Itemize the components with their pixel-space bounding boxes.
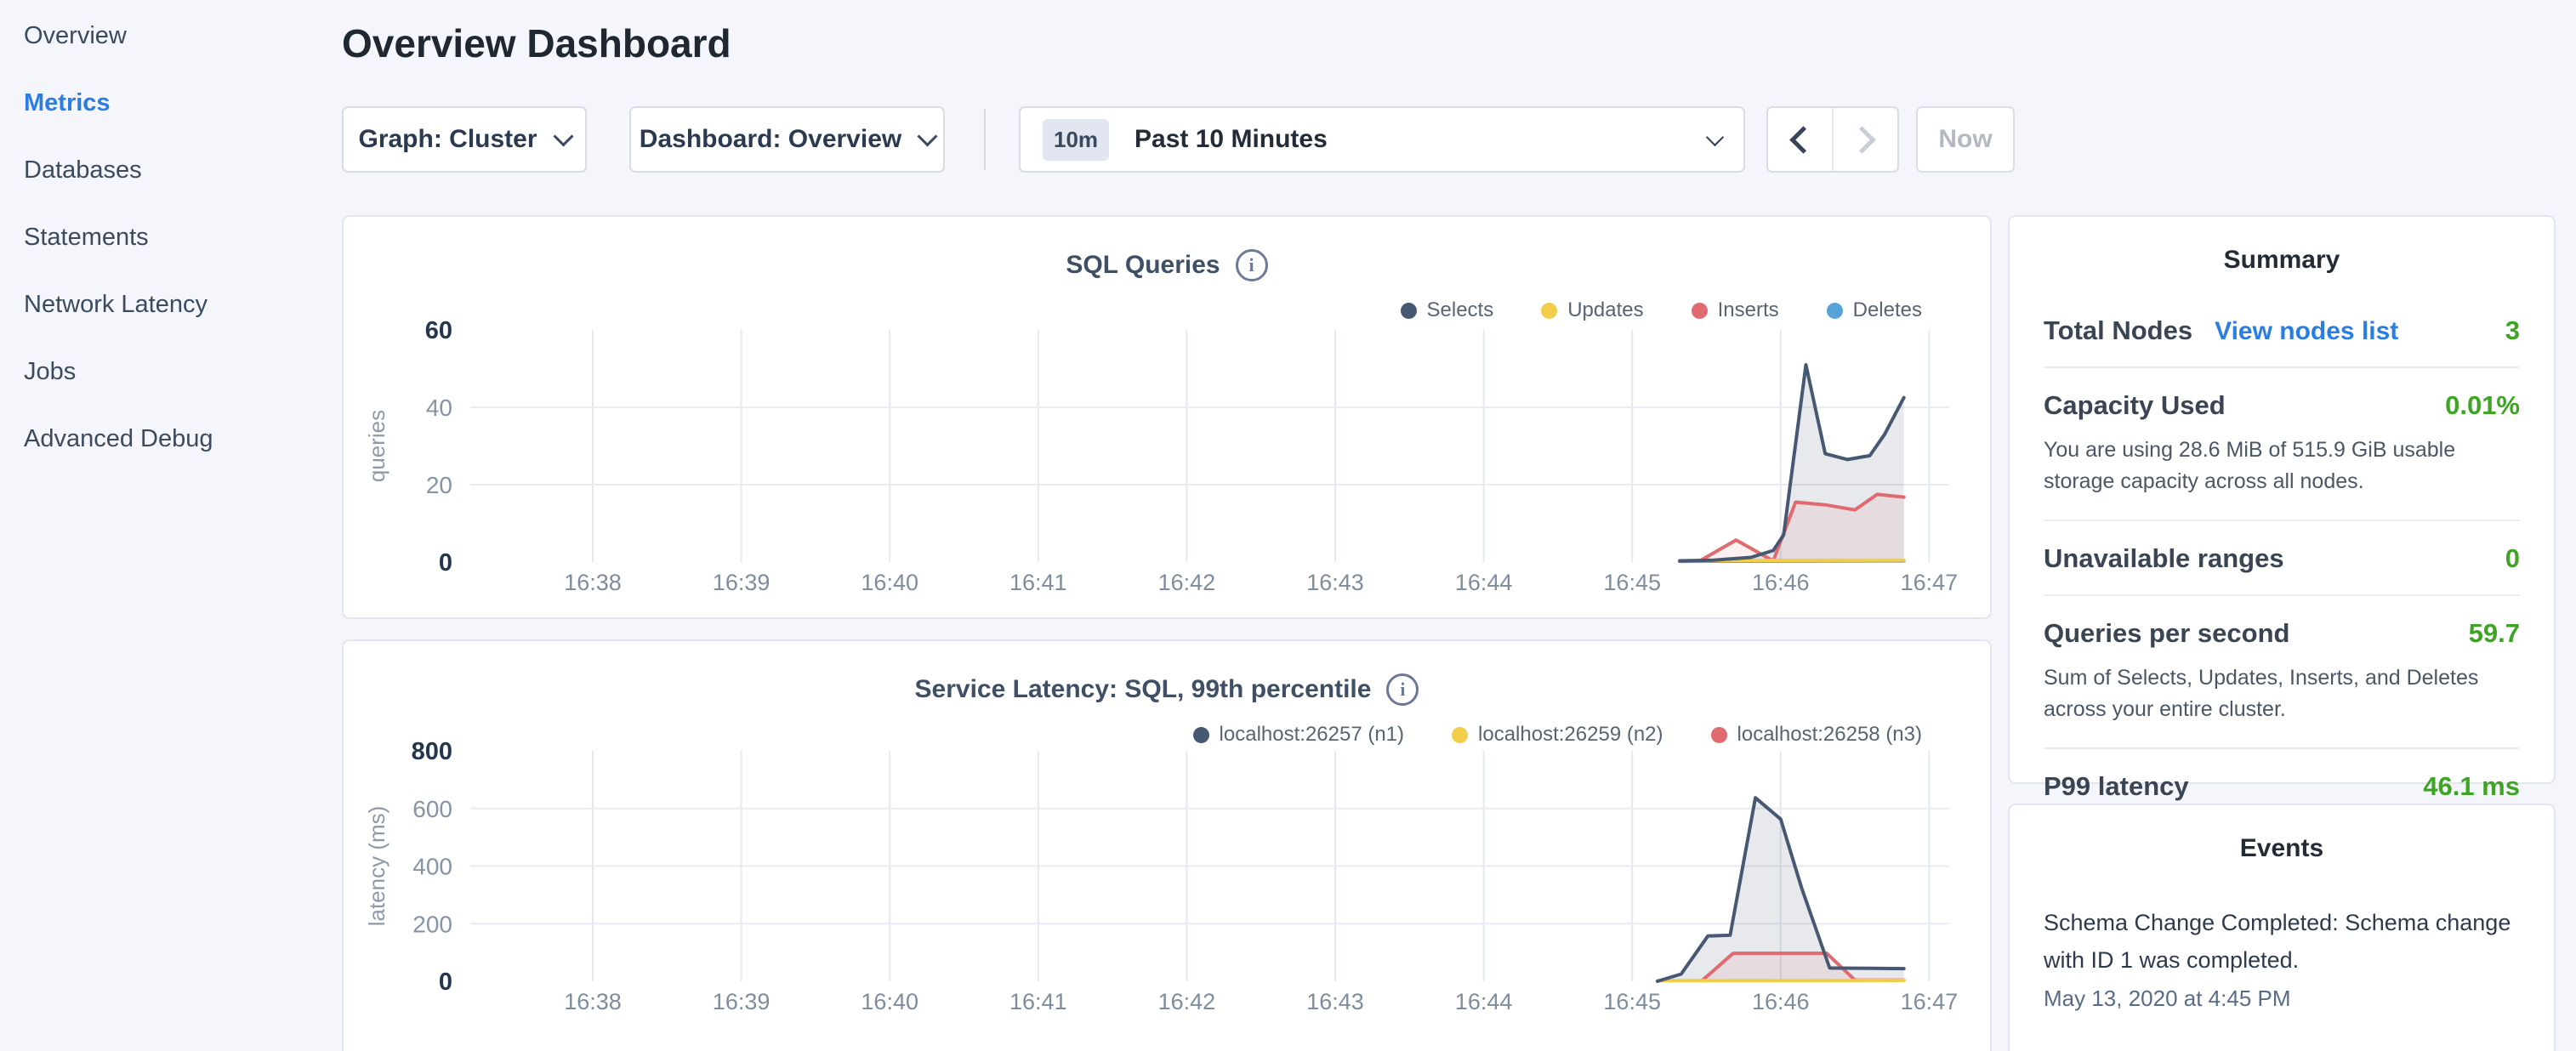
time-range-badge: 10m	[1043, 119, 1109, 161]
summary-row: Capacity Used 0.01%	[2044, 390, 2520, 421]
service-latency-chart[interactable]: 0 200 400 600 800 16:38 16:39 16:40 16:41 16:42 16…	[344, 641, 1990, 1051]
x-tick-label: 16:45	[1603, 570, 1661, 595]
dashboard-dropdown-label: Dashboard: Overview	[640, 125, 901, 154]
x-tick-label: 16:42	[1158, 989, 1216, 1014]
service-latency-chart-card: Service Latency: SQL, 99th percentile i …	[342, 639, 1992, 1051]
summary-row-value: 0	[2505, 543, 2520, 574]
summary-row: Total Nodes View nodes list 3	[2044, 315, 2520, 346]
summary-panel: Summary Total Nodes View nodes list 3 Capac…	[2008, 215, 2556, 784]
y-tick-label: 20	[426, 472, 452, 498]
x-tick-label: 16:43	[1306, 989, 1364, 1014]
sidebar-item-metrics[interactable]: Metrics	[0, 86, 342, 120]
event-item[interactable]: Schema Change Completed: Schema change w…	[2044, 904, 2520, 1012]
graph-dropdown[interactable]: Graph: Cluster	[342, 106, 587, 173]
x-tick-label: 16:43	[1306, 570, 1364, 595]
page-title: Overview Dashboard	[342, 20, 731, 66]
graph-dropdown-label: Graph: Cluster	[358, 125, 537, 154]
y-tick-label: 800	[412, 738, 452, 765]
summary-row-label: Unavailable ranges	[2044, 543, 2284, 574]
chevron-down-icon	[918, 126, 938, 146]
y-tick-label: 200	[412, 911, 452, 937]
divider	[2044, 594, 2520, 596]
chevron-down-icon	[553, 126, 573, 146]
x-tick-label: 16:46	[1752, 570, 1810, 595]
y-tick-label: 60	[425, 317, 452, 344]
summary-row-value: 46.1 ms	[2423, 771, 2520, 802]
x-tick-label: 16:40	[861, 570, 918, 595]
summary-row-label: Capacity Used	[2044, 390, 2226, 421]
divider	[984, 109, 986, 170]
chevron-down-icon	[1706, 128, 1724, 145]
sidebar-item-overview[interactable]: Overview	[0, 19, 342, 53]
summary-row-value: 59.7	[2469, 618, 2520, 649]
sidebar-nav: Overview Metrics Databases Statements Networ…	[0, 0, 342, 1051]
x-tick-label: 16:39	[713, 989, 771, 1014]
sidebar-item-jobs[interactable]: Jobs	[0, 355, 342, 389]
x-tick-label: 16:47	[1901, 989, 1959, 1014]
x-tick-label: 16:38	[564, 570, 622, 595]
summary-row-label: Total Nodes	[2044, 315, 2192, 346]
summary-row: Unavailable ranges 0	[2044, 543, 2520, 574]
summary-row: P99 latency 46.1 ms	[2044, 771, 2520, 802]
divider	[2044, 520, 2520, 521]
summary-row-value: 0.01%	[2445, 390, 2520, 421]
y-tick-label: 0	[439, 549, 452, 577]
x-tick-label: 16:41	[1009, 570, 1067, 595]
app-root: Overview Metrics Databases Statements Networ…	[0, 0, 2576, 1051]
previous-range-button[interactable]	[1768, 108, 1832, 171]
summary-row-label: Queries per second	[2044, 618, 2289, 649]
y-axis-label: latency (ms)	[364, 806, 390, 927]
y-tick-label: 40	[426, 395, 452, 421]
y-axis-label: queries	[364, 410, 390, 482]
series-area-inserts	[1699, 494, 1904, 562]
x-tick-label: 16:45	[1603, 989, 1661, 1014]
x-tick-label: 16:47	[1901, 570, 1959, 595]
dashboard-dropdown[interactable]: Dashboard: Overview	[629, 106, 945, 173]
chevron-left-icon	[1789, 126, 1817, 154]
summary-row-description: Sum of Selects, Updates, Inserts, and De…	[2044, 662, 2520, 725]
x-tick-label: 16:41	[1009, 989, 1067, 1014]
y-tick-label: 0	[439, 969, 452, 996]
event-message: Schema Change Completed: Schema change w…	[2044, 904, 2520, 979]
summary-row: Queries per second 59.7	[2044, 618, 2520, 649]
x-tick-label: 16:40	[861, 989, 918, 1014]
event-timestamp: May 13, 2020 at 4:45 PM	[2044, 986, 2520, 1012]
y-tick-label: 400	[412, 854, 452, 880]
time-step-buttons	[1766, 106, 1899, 173]
x-tick-label: 16:44	[1455, 989, 1513, 1014]
sidebar-item-databases[interactable]: Databases	[0, 153, 342, 187]
x-tick-label: 16:46	[1752, 989, 1810, 1014]
sidebar-item-advanced-debug[interactable]: Advanced Debug	[0, 422, 342, 456]
summary-rows: Total Nodes View nodes list 3 Capacity Used…	[2044, 315, 2520, 802]
now-button[interactable]: Now	[1916, 106, 2015, 173]
events-title: Events	[2044, 834, 2520, 863]
time-range-label: Past 10 Minutes	[1134, 125, 1328, 154]
summary-row-description: You are using 28.6 MiB of 515.9 GiB usab…	[2044, 435, 2520, 497]
time-range-selector[interactable]: 10m Past 10 Minutes	[1019, 106, 1745, 173]
events-panel: Events Schema Change Completed: Schema c…	[2008, 804, 2556, 1051]
sidebar-item-network-latency[interactable]: Network Latency	[0, 287, 342, 321]
chevron-right-icon	[1848, 126, 1876, 154]
summary-title: Summary	[2044, 246, 2520, 275]
next-range-button[interactable]	[1832, 108, 1897, 171]
x-tick-label: 16:38	[564, 989, 622, 1014]
x-tick-label: 16:39	[713, 570, 771, 595]
now-button-label: Now	[1938, 125, 1992, 154]
summary-row-label: P99 latency	[2044, 771, 2189, 802]
y-tick-label: 600	[412, 796, 452, 822]
x-tick-label: 16:42	[1158, 570, 1216, 595]
view-nodes-list-link[interactable]: View nodes list	[2215, 317, 2398, 346]
sql-queries-chart[interactable]: 0 20 40 60 16:38 16:39 16:40 16:41 16:42 16:43 16:…	[344, 217, 1990, 617]
sql-queries-chart-card: SQL Queries i SelectsUpdatesInsertsDelet…	[342, 215, 1992, 619]
divider	[2044, 366, 2520, 368]
summary-row-value: 3	[2505, 315, 2520, 346]
divider	[2044, 747, 2520, 749]
x-tick-label: 16:44	[1455, 570, 1513, 595]
sidebar-item-statements[interactable]: Statements	[0, 220, 342, 254]
